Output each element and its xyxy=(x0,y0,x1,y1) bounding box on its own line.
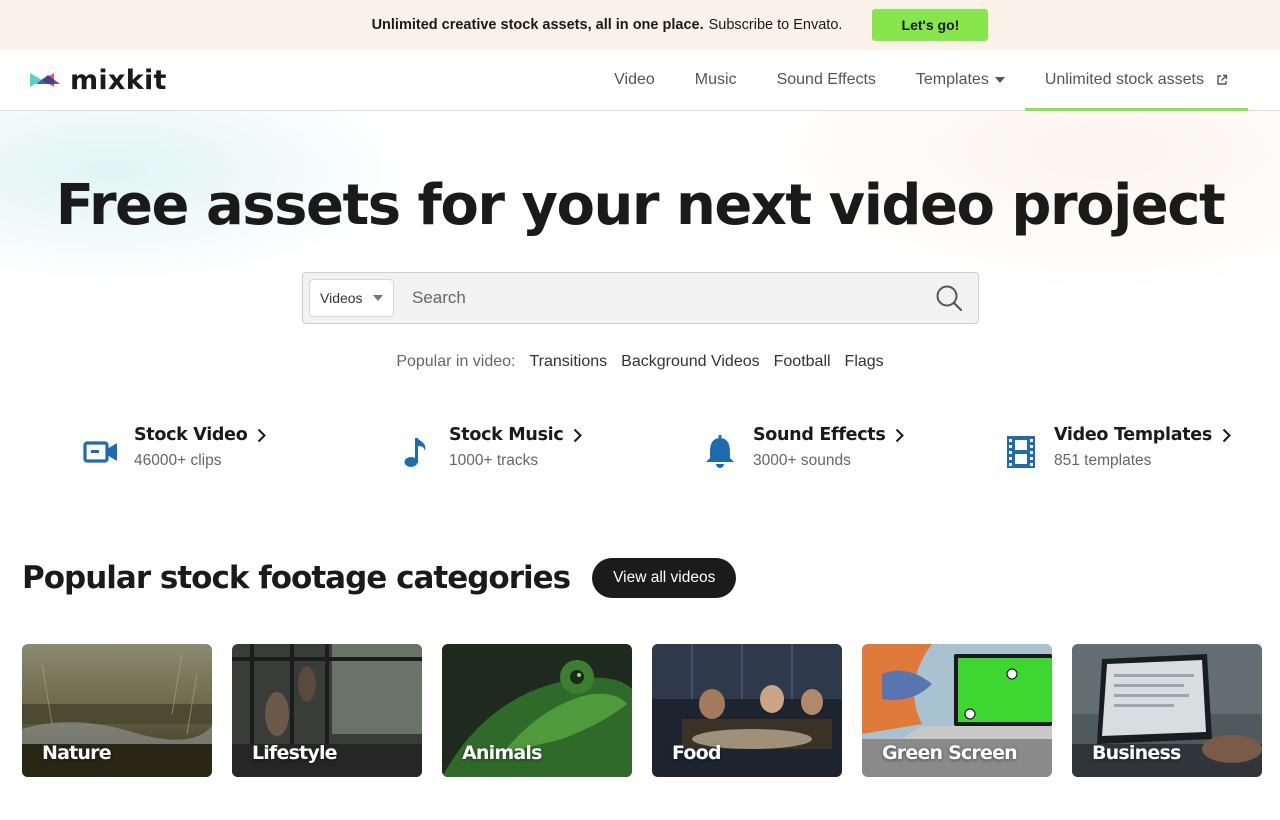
category-card-lifestyle[interactable]: Lifestyle xyxy=(232,644,422,777)
video-camera-icon xyxy=(82,433,120,471)
asset-stock-music[interactable]: Stock Music 1000+ tracks xyxy=(397,425,583,471)
asset-subtitle: 3000+ sounds xyxy=(753,452,851,469)
search-input[interactable] xyxy=(394,273,920,323)
bell-icon xyxy=(701,433,739,471)
popular-searches: Popular in video: Transitions Background… xyxy=(0,353,1280,371)
promo-text: Unlimited creative stock assets, all in … xyxy=(372,17,843,33)
logo[interactable]: mixkit xyxy=(30,65,167,96)
asset-subtitle: 851 templates xyxy=(1054,452,1152,469)
promo-bold-text: Unlimited creative stock assets, all in … xyxy=(371,17,704,33)
external-link-icon xyxy=(1217,74,1228,85)
category-card-green-screen[interactable]: Green Screen xyxy=(862,644,1052,777)
category-card-animals[interactable]: Animals xyxy=(442,644,632,777)
site-header: mixkit Video Music Sound Effects Templat… xyxy=(0,50,1280,111)
nav-music[interactable]: Music xyxy=(675,50,757,110)
promo-banner: Unlimited creative stock assets, all in … xyxy=(0,0,1280,50)
categories-title: Popular stock footage categories xyxy=(22,560,571,596)
nav-unlimited-stock-assets[interactable]: Unlimited stock assets xyxy=(1024,50,1249,111)
hero-section: Free assets for your next video project … xyxy=(0,111,1280,401)
category-cards: Nature Lifestyle Animals Food Green Scre… xyxy=(22,644,1262,777)
caret-down-icon xyxy=(994,77,1005,83)
search-type-value: Videos xyxy=(320,290,363,306)
lets-go-button[interactable]: Let's go! xyxy=(872,9,989,41)
chevron-right-icon xyxy=(896,428,905,442)
asset-title: Video Templates xyxy=(1054,425,1212,445)
nav-music-label: Music xyxy=(694,71,737,88)
chevron-right-icon xyxy=(574,428,583,442)
category-label: Nature xyxy=(42,742,112,764)
music-note-icon xyxy=(397,433,435,471)
category-card-food[interactable]: Food xyxy=(652,644,842,777)
popular-tag-football[interactable]: Football xyxy=(774,353,831,371)
categories-header: Popular stock footage categories View al… xyxy=(22,558,737,598)
asset-sound-effects[interactable]: Sound Effects 3000+ sounds xyxy=(701,425,905,471)
hero-title: Free assets for your next video project xyxy=(55,173,1226,238)
nav-templates-label: Templates xyxy=(915,71,989,88)
search-button[interactable] xyxy=(920,273,978,323)
view-all-videos-button[interactable]: View all videos xyxy=(592,558,737,598)
nav-unlimited-label: Unlimited stock assets xyxy=(1044,71,1204,88)
popular-tag-transitions[interactable]: Transitions xyxy=(530,353,608,371)
chevron-right-icon xyxy=(1222,428,1231,442)
popular-label: Popular in video: xyxy=(396,353,516,370)
asset-subtitle: 46000+ clips xyxy=(134,452,222,469)
category-label: Animals xyxy=(462,742,542,764)
asset-title: Stock Music xyxy=(449,425,564,445)
film-strip-icon xyxy=(1002,433,1040,471)
nav-sound-effects[interactable]: Sound Effects xyxy=(757,50,896,110)
search-icon xyxy=(936,285,963,312)
category-label: Food xyxy=(672,742,722,764)
asset-subtitle: 1000+ tracks xyxy=(449,452,539,469)
search-bar: Videos xyxy=(302,272,979,324)
asset-title: Stock Video xyxy=(134,425,248,445)
asset-stock-video[interactable]: Stock Video 46000+ clips xyxy=(82,425,267,471)
category-label: Business xyxy=(1092,742,1181,764)
category-label: Lifestyle xyxy=(252,742,338,764)
logo-mark-icon xyxy=(30,73,60,87)
category-card-nature[interactable]: Nature xyxy=(22,644,212,777)
chevron-down-icon xyxy=(373,295,383,301)
popular-tag-background-videos[interactable]: Background Videos xyxy=(621,353,759,371)
asset-title: Sound Effects xyxy=(753,425,886,445)
nav-sound-effects-label: Sound Effects xyxy=(776,71,876,88)
main-nav: Video Music Sound Effects Templates Unli… xyxy=(594,50,1249,111)
chevron-right-icon xyxy=(258,428,267,442)
promo-subscribe-text: Subscribe to Envato. xyxy=(708,17,843,33)
search-type-select[interactable]: Videos xyxy=(309,279,394,317)
asset-video-templates[interactable]: Video Templates 851 templates xyxy=(1002,425,1231,471)
popular-tag-flags[interactable]: Flags xyxy=(845,353,884,371)
logo-text: mixkit xyxy=(70,64,167,96)
nav-templates[interactable]: Templates xyxy=(896,50,1025,110)
category-label: Green Screen xyxy=(882,742,1018,764)
nav-video-label: Video xyxy=(614,71,655,88)
category-card-business[interactable]: Business xyxy=(1072,644,1262,777)
nav-video[interactable]: Video xyxy=(594,50,675,110)
